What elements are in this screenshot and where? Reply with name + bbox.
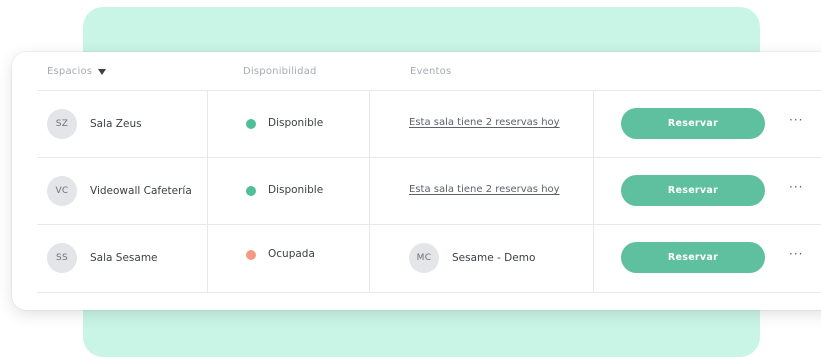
reservar-button[interactable]: Reservar bbox=[621, 108, 765, 139]
reservations-today-link[interactable]: Esta sala tiene 2 reservas hoy bbox=[409, 184, 560, 195]
column-divider bbox=[207, 91, 208, 158]
column-header-espacios[interactable]: Espacios bbox=[47, 66, 107, 77]
room-avatar: SS bbox=[47, 243, 77, 273]
column-divider bbox=[593, 91, 594, 158]
table-row: VC Videowall Cafetería Disponible Esta s… bbox=[37, 157, 821, 225]
status-label: Disponible bbox=[268, 117, 324, 129]
column-header-disponibilidad: Disponibilidad bbox=[243, 66, 317, 77]
room-name: Videowall Cafetería bbox=[90, 185, 192, 197]
status-label: Ocupada bbox=[268, 248, 315, 260]
status-available-dot bbox=[246, 119, 256, 129]
column-divider bbox=[593, 158, 594, 225]
event-organizer-avatar: MC bbox=[409, 243, 439, 273]
column-divider bbox=[207, 225, 208, 292]
status-label: Disponible bbox=[268, 184, 324, 196]
room-name: Sala Zeus bbox=[90, 118, 142, 130]
column-divider bbox=[369, 91, 370, 158]
column-divider bbox=[593, 225, 594, 292]
event-name: Sesame - Demo bbox=[452, 252, 536, 264]
table-row: SZ Sala Zeus Disponible Esta sala tiene … bbox=[37, 90, 821, 158]
room-avatar: VC bbox=[47, 176, 77, 206]
caret-down-icon[interactable] bbox=[98, 68, 107, 75]
reservations-today-link[interactable]: Esta sala tiene 2 reservas hoy bbox=[409, 117, 560, 128]
table-row: SS Sala Sesame Ocupada MC Sesame - Demo … bbox=[37, 224, 821, 293]
column-header-eventos: Eventos bbox=[410, 66, 452, 77]
status-occupied-dot bbox=[246, 250, 256, 260]
column-divider bbox=[207, 158, 208, 225]
more-options-icon[interactable]: ··· bbox=[789, 113, 803, 127]
room-avatar: SZ bbox=[47, 109, 77, 139]
reservar-button[interactable]: Reservar bbox=[621, 242, 765, 273]
reservar-button[interactable]: Reservar bbox=[621, 175, 765, 206]
column-divider bbox=[369, 158, 370, 225]
column-header-espacios-label: Espacios bbox=[47, 66, 93, 77]
more-options-icon[interactable]: ··· bbox=[789, 247, 803, 261]
spaces-table-card: Espacios Disponibilidad Eventos SZ Sala … bbox=[12, 52, 821, 310]
more-options-icon[interactable]: ··· bbox=[789, 180, 803, 194]
column-divider bbox=[369, 225, 370, 292]
room-name: Sala Sesame bbox=[90, 252, 158, 264]
status-available-dot bbox=[246, 186, 256, 196]
